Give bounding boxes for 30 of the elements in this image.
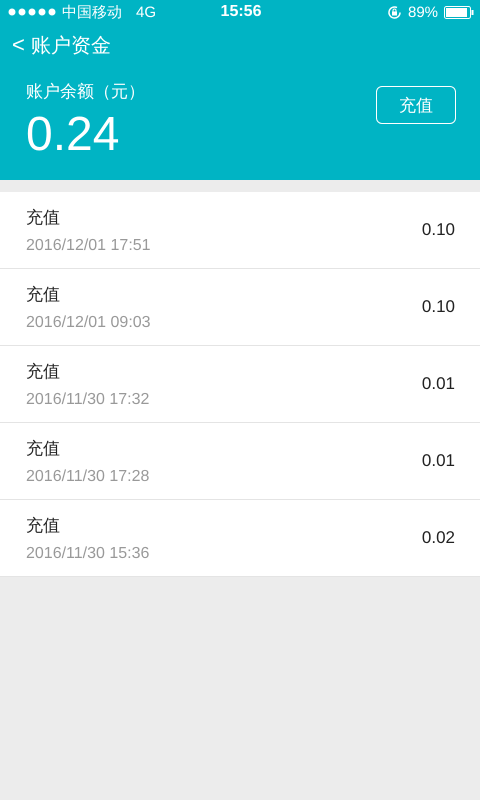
balance-amount: 0.24	[26, 107, 120, 163]
rotation-lock-icon	[386, 4, 402, 20]
record-row[interactable]: 充值 2016/11/30 17:28 0.01	[0, 423, 480, 500]
signal-icon	[8, 8, 56, 16]
record-title: 充值	[26, 284, 61, 306]
record-amount: 0.10	[422, 297, 455, 317]
record-title: 充值	[26, 360, 61, 382]
page-title: 账户资金	[30, 34, 111, 58]
record-title: 充值	[26, 206, 61, 228]
battery-percent: 89%	[408, 4, 438, 20]
record-row[interactable]: 充值 2016/12/01 09:03 0.10	[0, 269, 480, 346]
record-time: 2016/12/01 17:51	[26, 236, 152, 254]
balance-label: 账户余额（元）	[26, 81, 146, 103]
record-row[interactable]: 充值 2016/12/01 17:51 0.10	[0, 192, 480, 269]
record-title: 充值	[26, 514, 61, 536]
network-type: 4G	[136, 4, 156, 20]
status-time: 15:56	[220, 3, 262, 21]
record-amount: 0.01	[422, 374, 455, 394]
record-time: 2016/11/30 17:32	[26, 390, 150, 408]
record-row[interactable]: 充值 2016/11/30 17:32 0.01	[0, 346, 480, 423]
record-amount: 0.10	[422, 220, 455, 240]
record-title: 充值	[26, 438, 61, 460]
record-row[interactable]: 充值 2016/11/30 15:36 0.02	[0, 500, 480, 577]
record-time: 2016/12/01 09:03	[26, 314, 152, 332]
carrier-name: 中国移动	[62, 2, 122, 22]
record-time: 2016/11/30 15:36	[26, 544, 150, 562]
battery-icon	[444, 6, 474, 18]
record-amount: 0.02	[422, 528, 455, 548]
record-time: 2016/11/30 17:28	[26, 468, 150, 486]
record-amount: 0.01	[422, 451, 455, 471]
